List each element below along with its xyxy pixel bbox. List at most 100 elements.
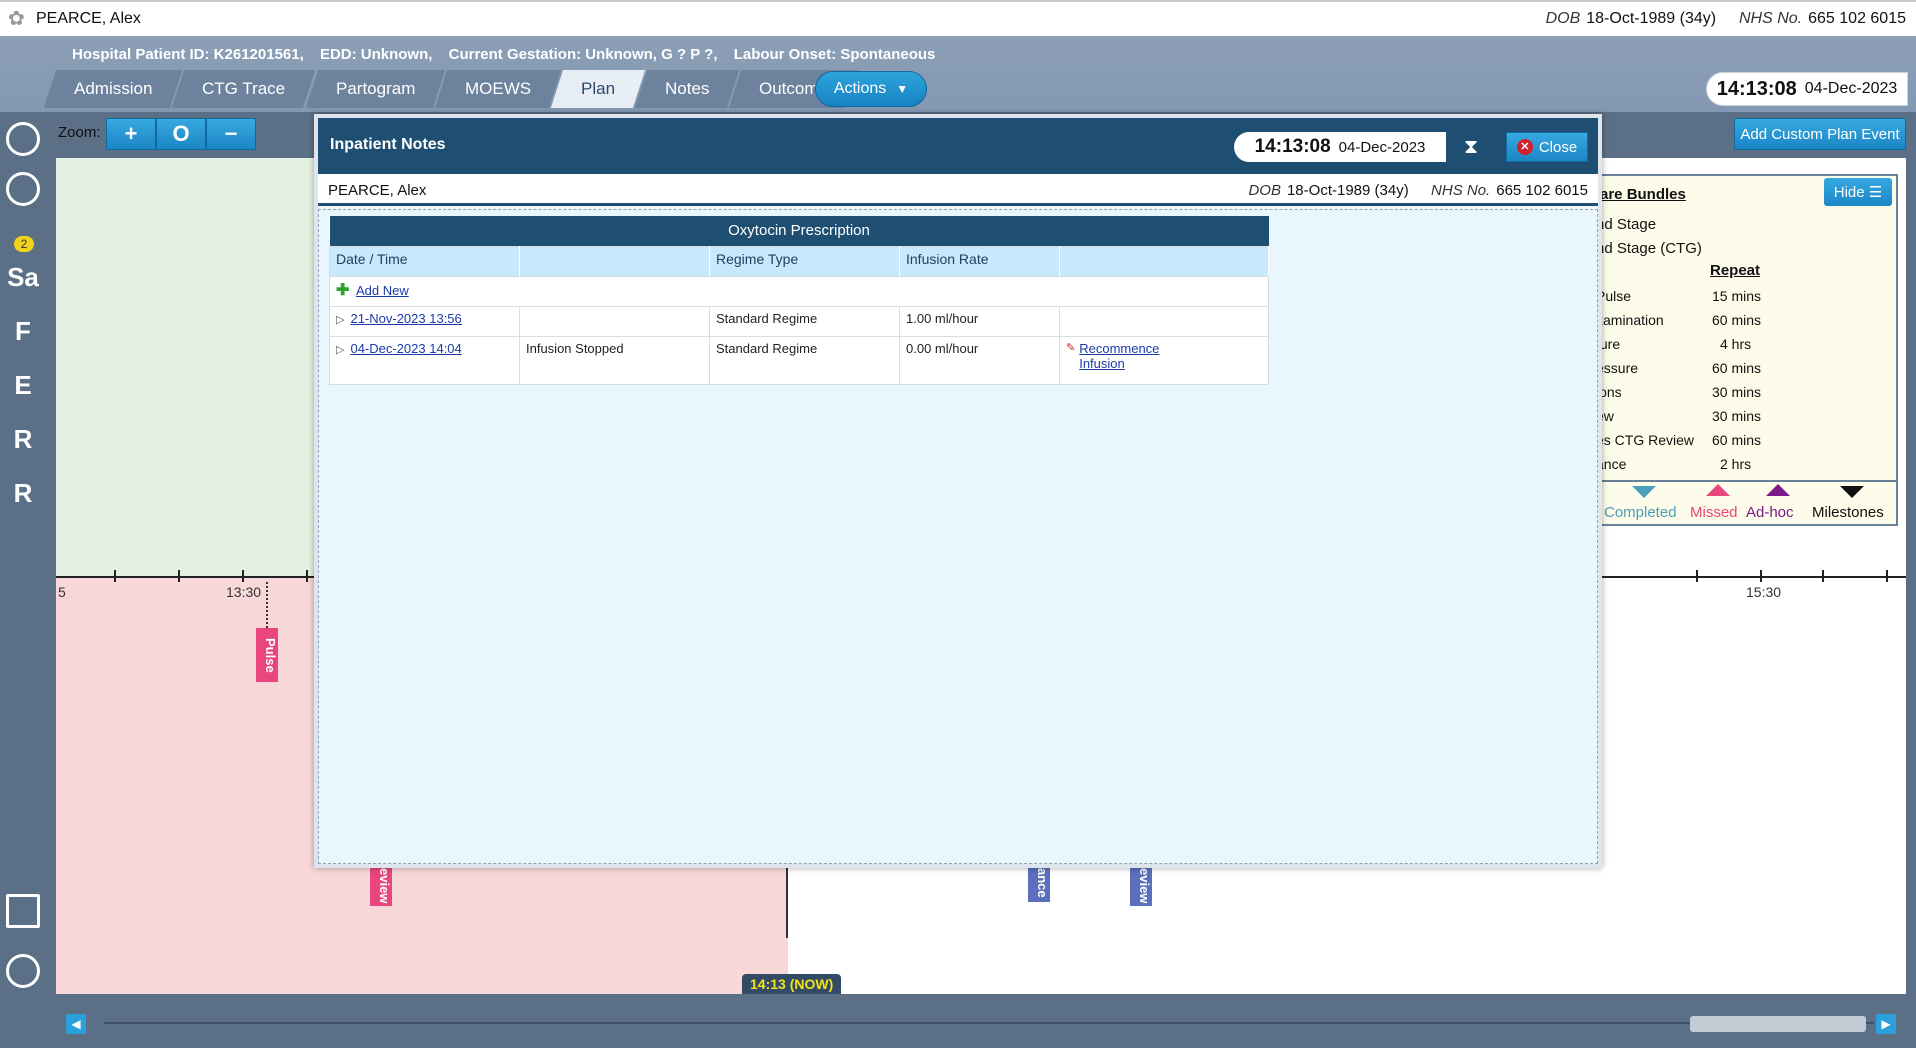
- axis-tick: [178, 570, 180, 582]
- axis-tick-label: 5: [58, 584, 66, 600]
- action-cell: [1059, 305, 1269, 337]
- legend-title: are Bundles: [1600, 186, 1686, 203]
- dialog-demographics: DOB 18-Oct-1989 (34y) NHS No. 665 102 6015: [1248, 182, 1588, 199]
- tab-moews[interactable]: MOEWS: [434, 70, 562, 108]
- status-cell: Infusion Stopped: [519, 335, 710, 385]
- zoom-in-button[interactable]: +: [106, 118, 156, 150]
- legend-row: ance 2 hrs: [1596, 456, 1752, 472]
- history-clock-icon[interactable]: [6, 172, 40, 206]
- dialog-header: Inpatient Notes 14:13:08 04-Dec-2023 ⧗ ✕…: [318, 118, 1598, 174]
- rail-item-f[interactable]: F: [0, 316, 46, 347]
- timeline-scrollbar[interactable]: ◀ ▶: [56, 1010, 1906, 1038]
- rail-item-e[interactable]: E: [0, 370, 46, 401]
- observance-event-tag[interactable]: ance: [1028, 864, 1050, 902]
- scroll-thumb[interactable]: [1690, 1016, 1866, 1032]
- rail-item-r1[interactable]: R: [0, 424, 46, 455]
- legend-row: essure 60 mins: [1596, 360, 1762, 376]
- rail-item-r2[interactable]: R: [0, 478, 46, 509]
- tab-partogram[interactable]: Partogram: [305, 70, 446, 108]
- legend-keys: Completed Missed Ad-hoc Milestones: [1596, 480, 1896, 524]
- left-rail: 2 Sa F E R R: [0, 112, 46, 1048]
- column-header: Date / Time: [329, 245, 520, 277]
- nhs-value: 665 102 6015: [1808, 10, 1906, 27]
- action-cell: ✎ Recommence Infusion: [1059, 335, 1269, 385]
- pulse-event-tag[interactable]: Pulse: [256, 628, 278, 682]
- table-header-row: Date / Time Regime Type Infusion Rate: [329, 245, 1269, 277]
- repeat-column-header: Repeat: [1710, 262, 1761, 279]
- column-header: [519, 245, 710, 277]
- regime-cell: Standard Regime: [709, 335, 900, 385]
- inpatient-notes-dialog: Inpatient Notes 14:13:08 04-Dec-2023 ⧗ ✕…: [314, 114, 1602, 868]
- scroll-left-icon[interactable]: ◀: [66, 1014, 86, 1034]
- current-time-display: 14:13:08 04-Dec-2023: [1706, 72, 1908, 106]
- close-icon: ✕: [1516, 139, 1533, 155]
- scroll-track[interactable]: [104, 1022, 1874, 1024]
- rate-cell: 0.00 ml/hour: [899, 335, 1060, 385]
- labour-onset: Labour Onset: Spontaneous: [733, 46, 936, 63]
- now-marker: 14:13 (NOW): [742, 974, 842, 994]
- actions-button[interactable]: Actions ▼: [815, 71, 927, 107]
- legend-row: ew 30 mins: [1596, 408, 1762, 424]
- legend-row: Pulse 15 mins: [1596, 288, 1762, 304]
- milestone-marker-icon: [1840, 486, 1864, 498]
- add-new-row: ✚ Add New: [329, 275, 1269, 307]
- completed-marker-icon: [1632, 486, 1656, 498]
- dialog-body: Oxytocin Prescription Date / Time Regime…: [318, 209, 1598, 864]
- dialog-title: Inpatient Notes: [330, 136, 446, 153]
- current-date: 04-Dec-2023: [1804, 80, 1898, 97]
- prescription-date-link[interactable]: 04-Dec-2023 14:04: [350, 341, 461, 356]
- rail-item-sa[interactable]: Sa: [0, 262, 46, 293]
- ctg-review-event-tag[interactable]: eview: [1130, 864, 1152, 906]
- alarm-clock-icon[interactable]: [6, 122, 40, 156]
- prescription-date-link[interactable]: 21-Nov-2023 13:56: [350, 311, 461, 326]
- legend-stage: nd Stage: [1596, 216, 1657, 233]
- adhoc-marker-icon: [1766, 484, 1790, 496]
- column-header: Regime Type: [709, 245, 900, 277]
- legend-milestones: Milestones: [1812, 504, 1884, 521]
- patient-banner: ✿ PEARCE, Alex DOB 18-Oct-1989 (34y) NHS …: [0, 0, 1916, 36]
- patient-demographics: DOB 18-Oct-1989 (34y) NHS No. 665 102 6015: [1546, 10, 1906, 28]
- tab-plan[interactable]: Plan: [550, 70, 646, 108]
- tab-admission[interactable]: Admission: [43, 70, 183, 108]
- axis-tick: [1696, 570, 1698, 582]
- nhs-label: NHS No.: [1739, 10, 1803, 27]
- dialog-time: 14:13:08: [1254, 136, 1331, 157]
- episode-header: Hospital Patient ID: K261201561, EDD: Un…: [0, 36, 1916, 112]
- tab-notes[interactable]: Notes: [634, 70, 740, 108]
- pencil-icon: ✎: [1066, 341, 1076, 354]
- legend-row: ture 4 hrs: [1596, 336, 1752, 352]
- recommence-infusion-link[interactable]: Recommence Infusion: [1079, 341, 1169, 371]
- add-new-link[interactable]: Add New: [356, 283, 409, 298]
- search-icon[interactable]: [6, 954, 40, 988]
- axis-tick: [114, 570, 116, 582]
- axis-tick: [1886, 570, 1888, 582]
- expand-row-icon[interactable]: ▷: [336, 314, 344, 326]
- add-icon[interactable]: ✚: [336, 282, 350, 298]
- timeline-axis-future: [1596, 576, 1906, 578]
- presentation-icon[interactable]: [6, 894, 40, 928]
- missed-marker-icon: [1706, 484, 1730, 496]
- review-event-tag[interactable]: eview: [370, 864, 392, 906]
- axis-tick: [1760, 570, 1762, 582]
- regime-cell: Standard Regime: [709, 305, 900, 337]
- axis-tick-label: 15:30: [1746, 584, 1782, 600]
- tab-ctg-trace[interactable]: CTG Trace: [172, 70, 316, 108]
- zoom-reset-button[interactable]: O: [156, 118, 206, 150]
- column-header: Infusion Rate: [899, 245, 1060, 277]
- close-button[interactable]: ✕ Close: [1506, 132, 1588, 162]
- filter-icon[interactable]: ⧗: [1464, 136, 1478, 159]
- gestation: Current Gestation: Unknown, G ? P ?,: [448, 46, 718, 63]
- scroll-right-icon[interactable]: ▶: [1876, 1014, 1896, 1034]
- table-row: ▷ 04-Dec-2023 14:04 Infusion Stopped Stan…: [329, 335, 1269, 385]
- legend-stage: nd Stage (CTG): [1596, 240, 1702, 257]
- status-cell: [519, 305, 710, 337]
- care-bundles-legend: are Bundles Hide ☰ nd Stage nd Stage (CT…: [1594, 174, 1898, 526]
- legend-row: xamination 60 mins: [1596, 312, 1762, 328]
- add-custom-plan-event-button[interactable]: Add Custom Plan Event: [1734, 118, 1906, 150]
- axis-tick: [1822, 570, 1824, 582]
- dob-label: DOB: [1545, 10, 1581, 27]
- patient-name: PEARCE, Alex: [36, 10, 141, 27]
- zoom-out-button[interactable]: −: [206, 118, 256, 150]
- hide-legend-button[interactable]: Hide ☰: [1824, 178, 1892, 206]
- expand-row-icon[interactable]: ▷: [336, 344, 344, 356]
